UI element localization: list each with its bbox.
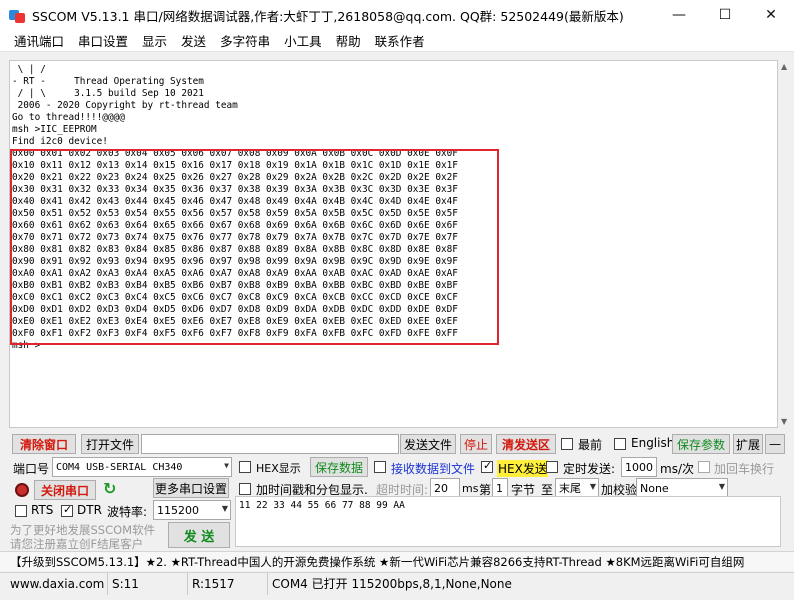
file-path-input[interactable] [141,434,399,454]
promo-line-2: 请您注册嘉立创F结尾客户 [10,537,144,551]
port-status-led-icon [15,483,29,497]
port-label: 端口号 [13,462,50,476]
website-link[interactable]: www.daxia.com [0,572,108,595]
recv-to-file-checkbox[interactable] [374,461,386,473]
chevron-down-icon: ▼ [718,482,725,491]
terminal-line: msh >IIC_EEPROM [12,124,97,135]
timeout-input[interactable]: 20 [430,478,460,498]
interval-input[interactable]: 1000 [621,457,657,477]
refresh-icon[interactable]: ↻ [103,479,116,498]
english-label: English [631,436,675,450]
port-select-value: COM4 USB-SERIAL CH340 [56,461,183,473]
receive-terminal[interactable]: \ | / - RT - Thread Operating System / | … [9,60,778,428]
status-bar: www.daxia.com S:11 R:1517 COM4 已打开 11520… [0,572,794,595]
port-select[interactable]: COM4 USB-SERIAL CH340 ▼ [52,457,232,477]
title-bar: SSCOM V5.13.1 串口/网络数据调试器,作者:大虾丁丁,2618058… [0,0,794,30]
end-select[interactable]: 末尾 ▼ [555,478,599,498]
timeout-unit-label: ms [462,482,479,495]
menu-send[interactable]: 发送 [174,31,213,50]
scroll-up-icon[interactable]: ▲ [781,62,787,71]
baud-label: 波特率: [107,505,148,519]
hex-display-checkbox[interactable] [239,461,251,473]
terminal-line: \ | / [12,64,46,75]
add-cr-label: 加回车换行 [714,462,775,476]
close-button[interactable]: ✕ [748,0,794,30]
checksum-select[interactable]: None ▼ [636,478,728,498]
clear-send-area-button[interactable]: 清发送区 [496,434,556,454]
recv-to-file-label: 接收数据到文件 [391,462,476,476]
terminal-line: 2006 - 2020 Copyright by rt-thread team [12,100,238,111]
expand-button[interactable]: 扩展 [733,434,763,454]
menu-contact-author[interactable]: 联系作者 [368,31,432,50]
maximize-button[interactable]: ☐ [702,0,748,30]
checksum-select-value: None [640,481,669,495]
chevron-down-icon: ▼ [224,461,229,470]
chevron-down-icon: ▼ [589,482,596,491]
rts-label: RTS [31,503,54,517]
app-logo-icon [9,7,25,23]
window-title: SSCOM V5.13.1 串口/网络数据调试器,作者:大虾丁丁,2618058… [32,8,624,24]
received-count: R:1517 [188,572,268,595]
rts-checkbox[interactable] [15,505,27,517]
byte-start-input[interactable]: 1 [492,478,508,498]
send-input-area[interactable]: 11 22 33 44 55 66 77 88 99 AA [235,496,781,547]
menu-tools[interactable]: 小工具 [277,31,329,50]
topmost-label: 最前 [578,438,603,452]
news-ticker[interactable]: 【升级到SSCOM5.13.1】★2. ★RT-Thread中国人的开源免费操作… [0,551,794,571]
open-file-button[interactable]: 打开文件 [81,434,139,454]
hex-send-label: HEX发送 [497,460,548,477]
stop-button[interactable]: 停止 [460,434,492,454]
send-file-button[interactable]: 发送文件 [400,434,456,454]
terminal-line: / | \ 3.1.5 build Sep 10 2021 [12,88,204,99]
english-checkbox[interactable] [614,438,626,450]
add-cr-checkbox[interactable] [698,461,710,473]
scroll-down-icon[interactable]: ▼ [781,417,787,426]
menu-port[interactable]: 通讯端口 [0,31,71,50]
hex-send-checkbox[interactable] [481,459,493,473]
terminal-scrollbar[interactable]: ▲ ▼ [778,60,793,428]
terminal-line: Find i2c0 device! [12,136,108,147]
minimize-button[interactable]: — [656,0,702,30]
sent-count: S:11 [108,572,188,595]
collapse-button[interactable]: — [765,434,785,454]
baud-rate-select[interactable]: 115200 ▼ [153,500,231,520]
end-select-value: 末尾 [559,482,581,495]
app-window: SSCOM V5.13.1 串口/网络数据调试器,作者:大虾丁丁,2618058… [0,0,794,600]
menu-multi-string[interactable]: 多字符串 [213,31,277,50]
chevron-down-icon: ▼ [221,504,228,513]
save-data-button[interactable]: 保存数据 [310,457,368,477]
timed-send-label: 定时发送: [563,462,616,476]
maximize-icon: ☐ [718,7,732,23]
menu-serial-settings[interactable]: 串口设置 [71,31,135,50]
save-params-button[interactable]: 保存参数 [672,434,730,454]
more-serial-settings-button[interactable]: 更多串口设置 [153,478,229,498]
timestamp-checkbox[interactable] [239,483,251,495]
dtr-checkbox[interactable] [61,503,73,517]
clear-window-button[interactable]: 清除窗口 [12,434,76,454]
minimize-icon: — [672,7,686,23]
port-state: COM4 已打开 115200bps,8,1,None,None [272,577,512,591]
menu-bar: 通讯端口 串口设置 显示 发送 多字符串 小工具 帮助 联系作者 [0,30,794,52]
timed-send-checkbox[interactable] [546,461,558,473]
close-icon: ✕ [765,7,777,23]
menu-display[interactable]: 显示 [135,31,174,50]
topmost-checkbox[interactable] [561,438,573,450]
menu-help[interactable]: 帮助 [329,31,368,50]
dtr-label: DTR [77,503,102,517]
send-area-scrollbar[interactable] [781,496,793,547]
close-port-button[interactable]: 关闭串口 [34,480,96,500]
highlight-box [10,149,499,345]
terminal-line: - RT - Thread Operating System [12,76,204,87]
send-button[interactable]: 发 送 [168,522,230,548]
baud-rate-value: 115200 [157,503,199,517]
interval-unit-label: ms/次 [660,462,694,476]
hex-display-label: HEX显示 [256,462,301,475]
terminal-line: Go to thread!!!!@@@@ [12,112,125,123]
